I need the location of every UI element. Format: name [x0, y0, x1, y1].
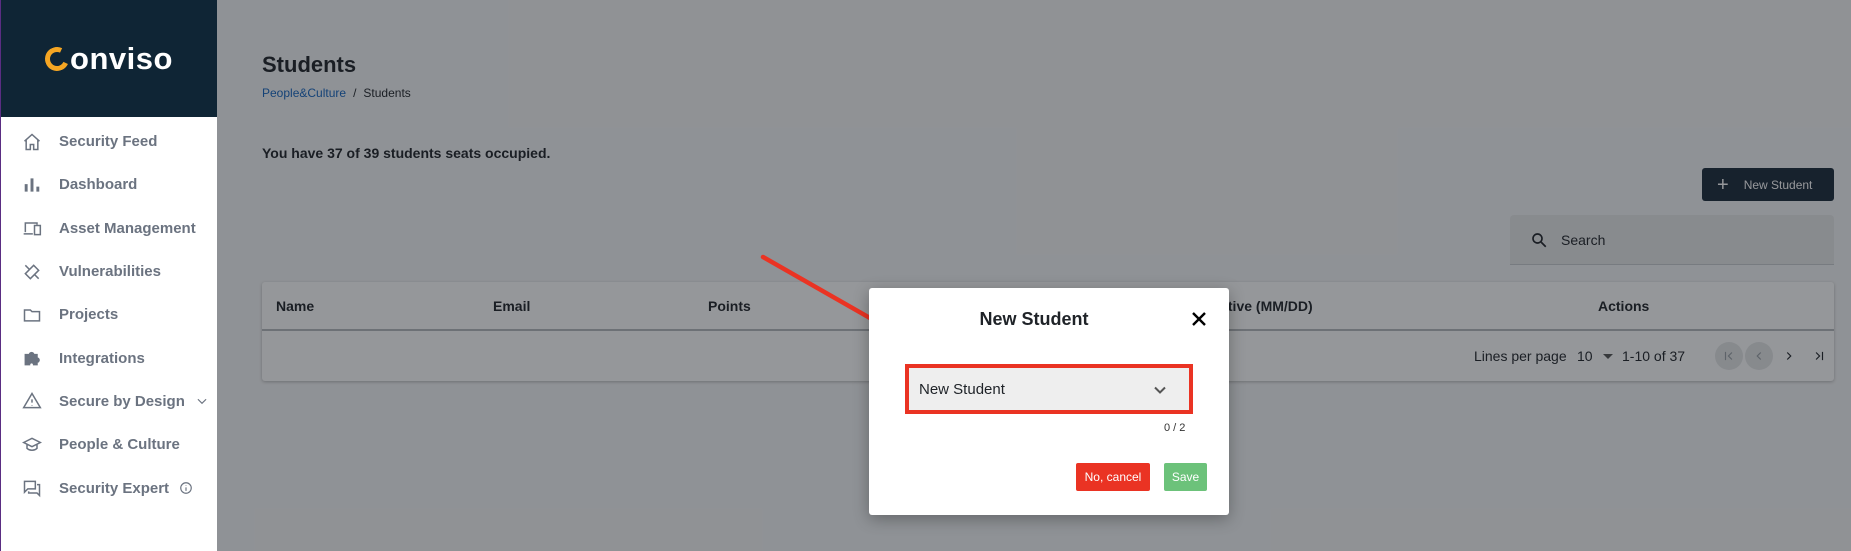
logo-area[interactable]: onviso — [1, 0, 217, 117]
sidebar-item-label: Vulnerabilities — [59, 263, 161, 281]
info-icon[interactable] — [179, 481, 193, 495]
sidebar-item-secure-by-design[interactable]: Secure by Design — [1, 380, 217, 423]
sidebar-item-label: Dashboard — [59, 176, 138, 194]
student-select[interactable]: New Student — [909, 368, 1189, 410]
sidebar-item-label: People & Culture — [59, 436, 180, 454]
sidebar-item-security-feed[interactable]: Security Feed — [1, 120, 217, 163]
graduation-cap-icon — [21, 434, 43, 456]
sidebar-item-label: Security Expert — [59, 479, 170, 497]
chevron-down-icon[interactable] — [195, 394, 209, 408]
puzzle-icon — [21, 347, 43, 369]
sidebar-item-label: Projects — [59, 306, 119, 324]
sidebar-item-vulnerabilities[interactable]: Vulnerabilities — [1, 250, 217, 293]
sidebar-item-projects[interactable]: Projects — [1, 293, 217, 336]
selection-counter: 0 / 2 — [1164, 422, 1186, 434]
sidebar-item-security-expert[interactable]: Security Expert — [1, 466, 217, 509]
sidebar: onviso Security Feed Dashboard Asset Man… — [0, 0, 217, 551]
logo-c-icon — [41, 43, 73, 74]
sidebar-item-label: Security Feed — [59, 133, 158, 151]
close-icon — [1192, 311, 1206, 326]
devices-icon — [21, 217, 43, 239]
conviso-logo: onviso — [41, 41, 173, 77]
new-student-dialog: New Student New Student 0 / 2 No, cancel… — [869, 288, 1229, 515]
sidebar-item-asset-management[interactable]: Asset Management — [1, 207, 217, 250]
chat-icon — [21, 477, 43, 499]
bar-chart-icon — [21, 174, 43, 196]
highlight-box: New Student — [905, 364, 1193, 414]
close-button[interactable] — [1189, 310, 1209, 330]
sidebar-item-dashboard[interactable]: Dashboard — [1, 163, 217, 206]
bandage-icon — [21, 261, 43, 283]
sidebar-item-label: Secure by Design — [59, 392, 185, 410]
sidebar-item-integrations[interactable]: Integrations — [1, 336, 217, 379]
sidebar-item-people-culture[interactable]: People & Culture — [1, 423, 217, 466]
sidebar-nav: Security Feed Dashboard Asset Management… — [1, 117, 217, 510]
folder-icon — [21, 304, 43, 326]
warning-icon — [21, 390, 43, 412]
cancel-button[interactable]: No, cancel — [1076, 463, 1150, 491]
student-select-value: New Student — [919, 380, 1005, 398]
chevron-down-icon — [1154, 386, 1166, 394]
save-button[interactable]: Save — [1164, 463, 1207, 491]
dialog-title: New Student — [979, 309, 1089, 329]
sidebar-item-label: Integrations — [59, 349, 145, 367]
home-icon — [21, 131, 43, 153]
sidebar-item-label: Asset Management — [59, 219, 196, 237]
